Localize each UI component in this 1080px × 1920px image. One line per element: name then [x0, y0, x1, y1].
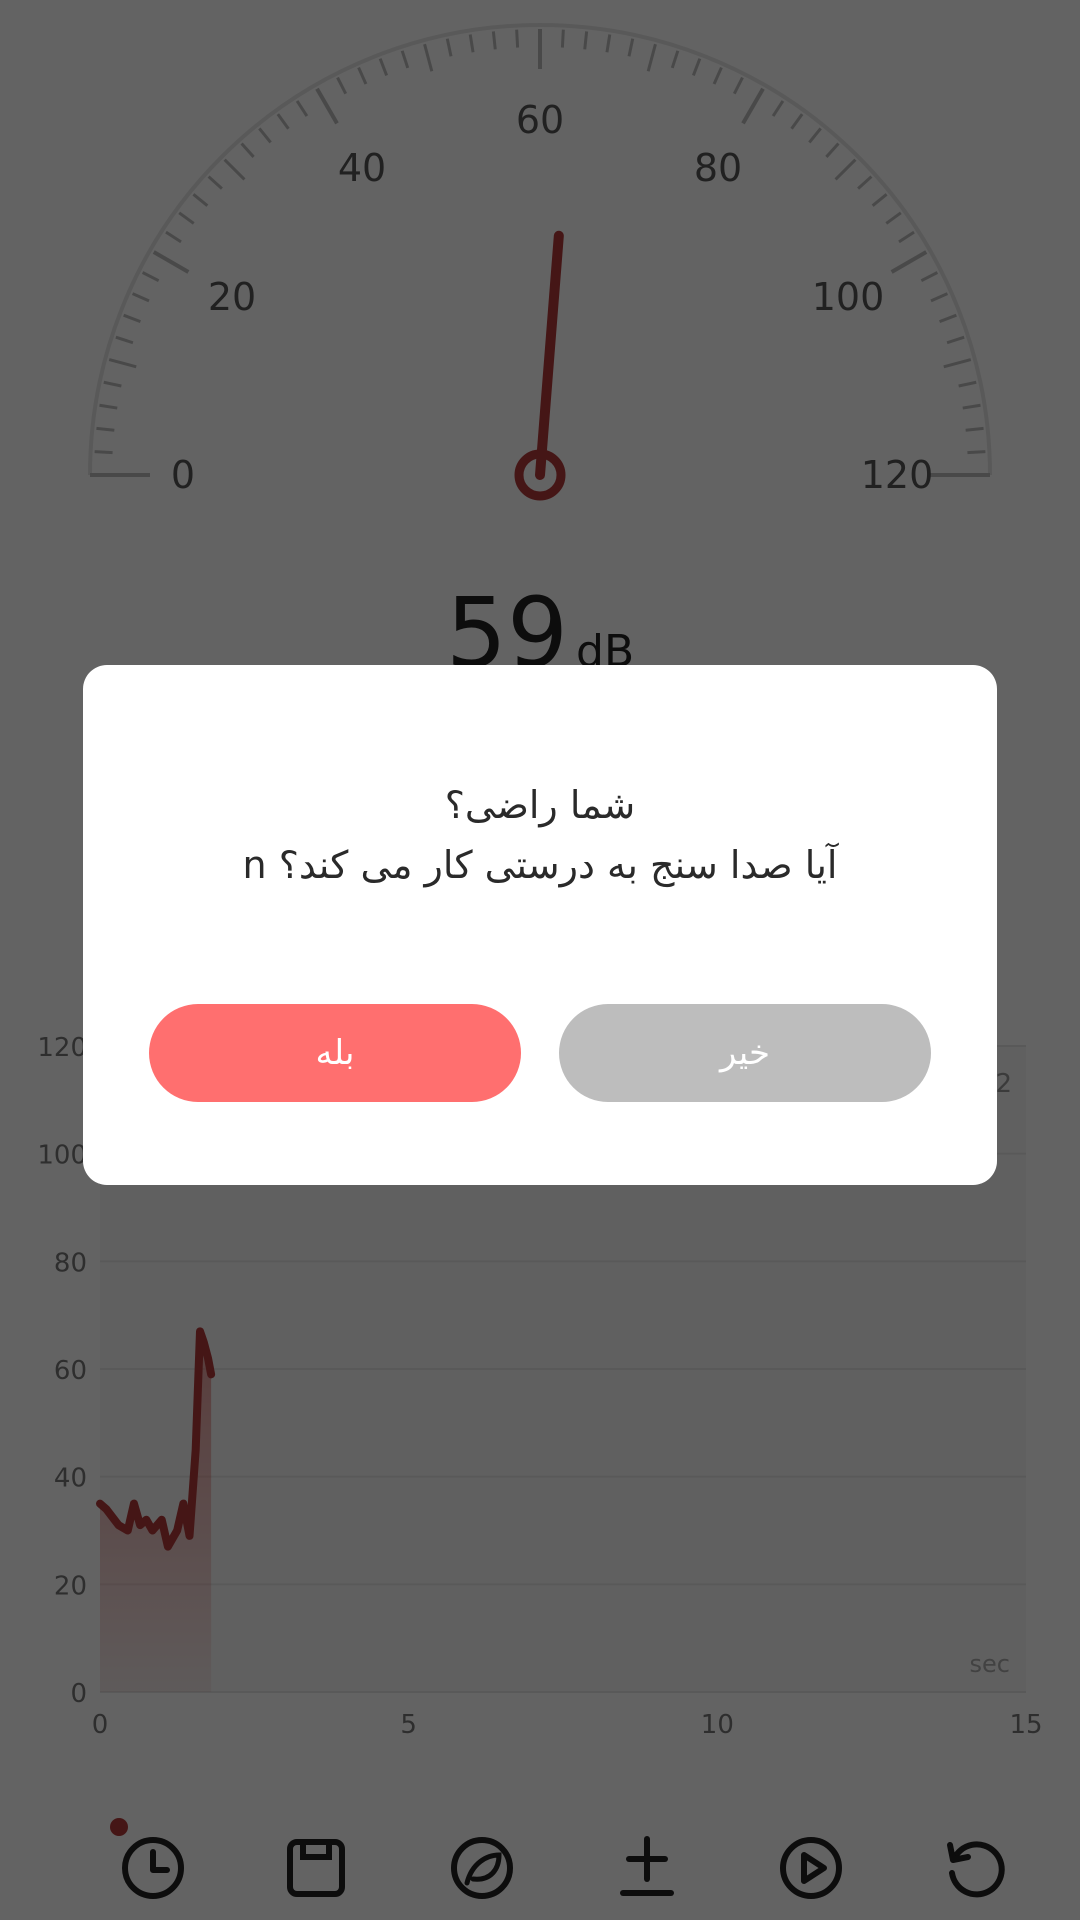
dialog-title: شما راضی؟: [444, 783, 636, 827]
dialog-text: شما راضی؟ آیا صدا سنج به درستی کار می کن…: [83, 775, 997, 895]
no-button[interactable]: خیر: [559, 1004, 931, 1102]
yes-button[interactable]: بله: [149, 1004, 521, 1102]
dialog-message: آیا صدا سنج به درستی کار می کند؟ n: [242, 843, 838, 887]
rating-dialog: شما راضی؟ آیا صدا سنج به درستی کار می کن…: [83, 665, 997, 1185]
